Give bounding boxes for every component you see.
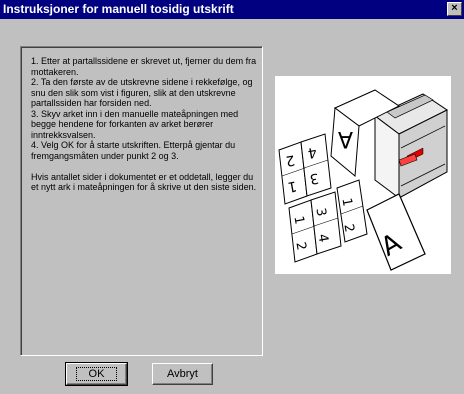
- duplex-illustration: A 2 1 4 3 1 2 3 4 1 2 A: [275, 76, 451, 274]
- close-icon: ×: [451, 2, 458, 14]
- sheet-letter-a: A: [338, 126, 353, 151]
- odd-pages-note: Hvis antallet sider i dokumentet er et o…: [31, 171, 257, 193]
- page-stack-middle: 1 2: [336, 179, 368, 243]
- instructions-panel: 1. Etter at partallssidene er skrevet ut…: [20, 46, 263, 356]
- dialog-title: Instruksjoner for manuell tosidig utskri…: [3, 2, 234, 16]
- cancel-button[interactable]: Avbryt: [152, 363, 213, 385]
- instruction-step-4: 4. Velg OK for å starte utskriften. Ette…: [31, 140, 236, 161]
- title-bar: Instruksjoner for manuell tosidig utskri…: [0, 0, 464, 19]
- cancel-button-label: Avbryt: [167, 368, 198, 380]
- ok-button-label: OK: [75, 367, 118, 381]
- page-stack-top: 2 1 4 3: [278, 133, 332, 205]
- instruction-step-1: 1. Etter at partallssidene er skrevet ut…: [31, 56, 257, 77]
- manual-duplex-dialog: Instruksjoner for manuell tosidig utskri…: [0, 0, 464, 394]
- printer-paper-diagram: A 2 1 4 3 1 2 3 4 1 2 A: [278, 89, 448, 271]
- page-stack-bottom: 1 2 3 4: [288, 191, 342, 263]
- instruction-step-2: 2. Ta den første av de utskrevne sidene …: [31, 77, 253, 108]
- instruction-step-3: 3. Skyv arket inn i den manuelle mateåpn…: [31, 108, 239, 140]
- output-sheet: A: [366, 193, 426, 271]
- close-button[interactable]: ×: [447, 2, 462, 16]
- ok-button[interactable]: OK: [65, 362, 128, 386]
